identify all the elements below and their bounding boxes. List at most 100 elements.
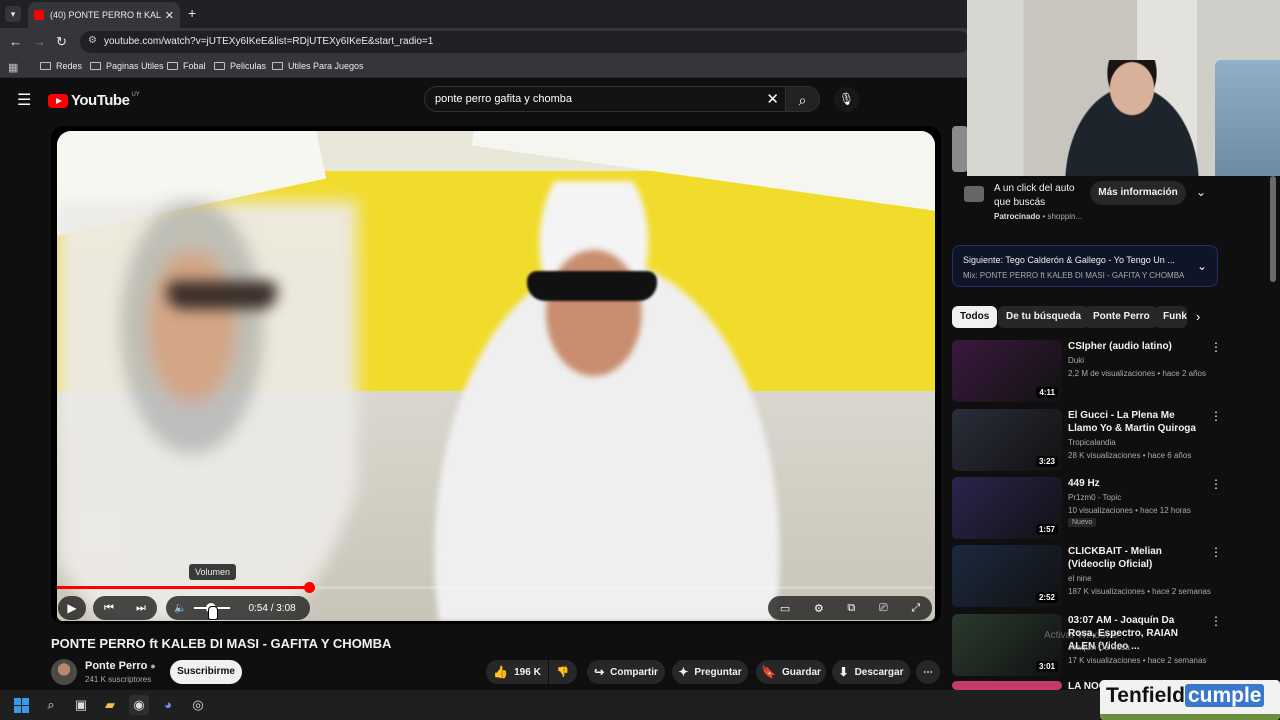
video-thumbnail[interactable]: 1:57 [952, 477, 1062, 539]
rec-channel[interactable]: Tropicalandia [1068, 438, 1116, 447]
close-tab-icon[interactable]: ✕ [165, 9, 174, 22]
ask-button[interactable]: ✦ Preguntar [672, 660, 748, 684]
scrollbar[interactable] [1270, 176, 1276, 282]
list-item[interactable]: 2:52 CLICKBAIT - Melian (Videoclip Ofici… [952, 545, 1222, 609]
chrome-icon[interactable]: ◉ [129, 695, 149, 715]
chip-funk[interactable]: Funk [1155, 306, 1187, 328]
ad-more-info-button[interactable]: Más información [1090, 181, 1186, 205]
list-item[interactable]: 3:23 El Gucci - La Plena Me Llamo Yo & M… [952, 409, 1222, 473]
list-item[interactable]: 3:01 03:07 AM - Joaquín Da Rosa, Espectr… [952, 614, 1222, 678]
video-thumbnail[interactable]: 3:23 [952, 409, 1062, 471]
like-button[interactable]: 👍 196 K [486, 660, 548, 684]
ad-text[interactable]: A un click del auto que buscás [994, 182, 1090, 210]
new-tab-icon[interactable]: + [188, 5, 196, 21]
video-thumbnail[interactable]: 4:11 [952, 340, 1062, 402]
bookmark-redes[interactable]: Redes [40, 61, 82, 71]
menu-icon[interactable]: ☰ [17, 90, 31, 110]
subtitles-icon[interactable]: ▭ [780, 602, 790, 615]
chip-de-tu-busqueda[interactable]: De tu búsqueda [998, 306, 1090, 328]
duration-badge: 2:52 [1035, 592, 1058, 603]
chip-todos[interactable]: Todos [952, 306, 998, 328]
rec-channel[interactable]: Joaquín Da Rosa [1068, 643, 1130, 652]
more-icon: ⋯ [923, 666, 933, 678]
volume-group: 🔈 0:54 / 3:08 [166, 596, 310, 620]
avatar[interactable] [51, 659, 77, 685]
more-vert-icon[interactable]: ⋮ [1210, 340, 1222, 354]
video-thumbnail[interactable]: 2:52 [952, 545, 1062, 607]
tab-list-icon[interactable]: ▾ [5, 6, 21, 22]
rec-title[interactable]: El Gucci - La Plena Me Llamo Yo & Martin… [1068, 409, 1204, 435]
bookmark-paginas-utiles[interactable]: Paginas Utiles [90, 61, 164, 71]
search-icon[interactable]: ⌕ [41, 695, 61, 715]
progress-scrubber[interactable] [303, 582, 315, 593]
play-button[interactable]: ▶ [58, 596, 86, 620]
video-player[interactable] [51, 126, 941, 624]
more-vert-icon[interactable]: ⋮ [1210, 477, 1222, 491]
more-vert-icon[interactable]: ⋮ [1210, 614, 1222, 628]
progress-bar[interactable] [57, 582, 933, 593]
fullscreen-icon[interactable]: ⤢ [911, 602, 920, 615]
rec-title[interactable]: CSIpher (audio latino) [1068, 340, 1204, 353]
up-next-mix: Mix: PONTE PERRO ft KALEB DI MASI - GAFI… [963, 271, 1185, 280]
rec-channel[interactable]: el nine [1068, 574, 1092, 583]
volume-icon[interactable]: 🔈 [174, 603, 186, 614]
save-button[interactable]: 🔖 Guardar [756, 660, 826, 684]
subscribe-button[interactable]: Suscribirme [170, 660, 242, 684]
windows-start-icon[interactable] [14, 698, 29, 713]
bookmark-fobal[interactable]: Fobal [167, 61, 206, 71]
search-input[interactable]: ponte perro gafita y chomba ✕ [424, 86, 786, 112]
app-icon[interactable]: ◎ [188, 695, 208, 715]
tenfield-grass [1100, 714, 1280, 720]
mic-icon[interactable]: 🎙 [834, 87, 859, 112]
rec-channel[interactable]: Pr1zm0 - Topic [1068, 493, 1121, 502]
address-bar[interactable]: ⚙ youtube.com/watch?v=jUTEXy6IKeE&list=R… [80, 31, 970, 53]
next-icon[interactable]: ⏭ [136, 602, 146, 615]
search-icon[interactable]: ⌕ [786, 86, 820, 112]
download-button[interactable]: ⬇ Descargar [832, 660, 910, 684]
more-actions-button[interactable]: ⋯ [916, 660, 940, 684]
forward-icon[interactable]: → [33, 34, 46, 49]
channel-name-text: Ponte Perro [85, 660, 148, 672]
more-vert-icon[interactable]: ⋮ [1210, 409, 1222, 423]
task-view-icon[interactable]: ▣ [71, 695, 91, 715]
windows-watermark: Activar Windows [1044, 630, 1118, 641]
channel-name[interactable]: Ponte Perro ● [85, 660, 156, 672]
video-thumbnail[interactable] [952, 681, 1062, 690]
up-next-card[interactable]: Siguiente: Tego Calderón & Gallego - Yo … [952, 245, 1218, 287]
chevron-right-icon[interactable]: › [1196, 309, 1200, 324]
reload-icon[interactable]: ↻ [56, 34, 67, 50]
list-item[interactable]: 4:11 CSIpher (audio latino) Duki 2,2 M d… [952, 340, 1222, 404]
chevron-down-icon[interactable]: ⌄ [1196, 185, 1206, 199]
rec-meta: 28 K visualizaciones • hace 6 años [1068, 451, 1192, 460]
file-explorer-icon[interactable]: ▰ [100, 695, 120, 715]
discord-icon[interactable]: ◕ [158, 695, 178, 715]
settings-icon[interactable]: ⚙ [814, 602, 824, 615]
ad-thumbnail[interactable] [952, 126, 968, 172]
webcam-overlay [967, 0, 1280, 176]
cast-icon[interactable]: ⎚ [879, 602, 888, 615]
miniplayer-icon[interactable]: ⧉ [847, 602, 855, 615]
browser-tab[interactable]: (40) PONTE PERRO ft KALEB DI ✕ [28, 2, 180, 28]
more-vert-icon[interactable]: ⋮ [1210, 545, 1222, 559]
back-icon[interactable]: ← [9, 34, 22, 49]
clear-icon[interactable]: ✕ [766, 90, 779, 108]
previous-icon[interactable]: ⏮ [104, 602, 114, 615]
dislike-button[interactable]: 👎 [549, 660, 577, 684]
new-badge: Nuevo [1068, 518, 1097, 527]
chevron-down-icon[interactable]: ⌄ [1197, 259, 1207, 273]
rec-channel[interactable]: Duki [1068, 356, 1084, 365]
video-thumbnail[interactable]: 3:01 [952, 614, 1062, 676]
bookmark-peliculas[interactable]: Peliculas [214, 61, 266, 71]
chip-ponte-perro[interactable]: Ponte Perro [1085, 306, 1158, 328]
logo-text: YouTube [71, 92, 130, 109]
share-button[interactable]: ↪ Compartir [587, 660, 665, 684]
sponsored-label: Patrocinado [994, 212, 1041, 221]
rec-title[interactable]: 449 Hz [1068, 477, 1204, 490]
list-item[interactable]: 1:57 449 Hz Pr1zm0 - Topic 10 visualizac… [952, 477, 1222, 541]
rec-title[interactable]: CLICKBAIT - Melian (Videoclip Oficial) [1068, 545, 1204, 571]
bookmark-utiles-para-juegos[interactable]: Utiles Para Juegos [272, 61, 364, 71]
site-info-icon[interactable]: ⚙ [88, 35, 97, 46]
apps-grid-icon[interactable]: ▦ [8, 61, 18, 74]
video-sunglasses-right [527, 271, 657, 301]
youtube-logo[interactable]: YouTube UY [48, 92, 140, 109]
